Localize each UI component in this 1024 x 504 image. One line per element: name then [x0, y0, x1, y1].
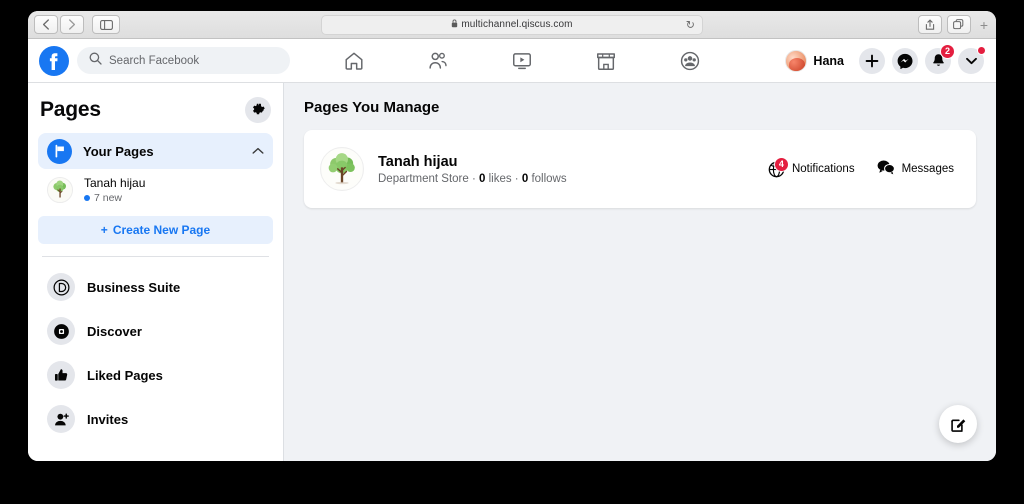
sidebar-item-your-pages[interactable]: Your Pages: [38, 133, 273, 169]
sidebar-item-business-suite[interactable]: Business Suite: [38, 265, 273, 309]
main-heading: Pages You Manage: [304, 99, 976, 116]
topbar-nav: [312, 42, 732, 80]
create-button[interactable]: [859, 48, 885, 74]
page-entry-badge-label: 7 new: [94, 192, 122, 204]
page-body: Pages Your Pages: [28, 83, 996, 461]
sidebar-item-label: Liked Pages: [87, 368, 163, 383]
profile-chip[interactable]: Hana: [782, 47, 852, 75]
account-alert-dot: [977, 46, 986, 55]
notifications-button[interactable]: 2: [925, 48, 951, 74]
nav-tab-home[interactable]: [326, 42, 382, 80]
gear-icon[interactable]: [245, 97, 271, 123]
nav-tab-watch[interactable]: [494, 42, 550, 80]
sidebar-page-item[interactable]: Tanah hijau 7 new: [38, 169, 273, 211]
chat-bubbles-icon: [877, 159, 895, 180]
meta-sep-1: ·: [469, 173, 479, 185]
plus-icon: +: [101, 223, 108, 237]
card-notifications-label: Notifications: [792, 163, 855, 175]
follows-word: follows: [528, 173, 566, 185]
desktop-background: multichannel.qiscus.com ↻ +: [0, 0, 1024, 504]
page-title: Pages: [40, 98, 101, 122]
sidebar-header: Pages: [38, 93, 273, 133]
new-tab-button[interactable]: +: [976, 17, 992, 33]
create-post-fab[interactable]: [939, 405, 977, 443]
meta-sep-2: ·: [512, 173, 522, 185]
sidebar-item-label: Discover: [87, 324, 142, 339]
flag-icon: [47, 139, 72, 164]
nav-tab-groups[interactable]: [662, 42, 718, 80]
sidebar-item-invites[interactable]: Invites: [38, 397, 273, 441]
discover-icon: [47, 317, 75, 345]
business-suite-icon: [47, 273, 75, 301]
notifications-badge: 2: [940, 44, 955, 59]
sidebar-item-label: Invites: [87, 412, 128, 427]
reload-icon[interactable]: ↻: [686, 18, 695, 31]
forward-button[interactable]: [60, 15, 84, 34]
page-entry-badge: 7 new: [84, 192, 145, 204]
topbar-right: Hana 2: [782, 47, 984, 75]
account-menu-button[interactable]: [958, 48, 984, 74]
nav-tab-marketplace[interactable]: [578, 42, 634, 80]
sidebar-toggle-icon[interactable]: [92, 15, 120, 34]
card-messages-button[interactable]: Messages: [877, 159, 954, 180]
nav-tab-friends[interactable]: [410, 42, 466, 80]
page-card-actions: 4 Notifications Messages: [768, 159, 954, 180]
page-category: Department Store: [378, 173, 469, 185]
page-card-name: Tanah hijau: [378, 154, 768, 170]
browser-window: multichannel.qiscus.com ↻ +: [28, 11, 996, 461]
share-icon[interactable]: [918, 15, 942, 34]
invite-person-icon: [47, 405, 75, 433]
sidebar-item-liked-pages[interactable]: Liked Pages: [38, 353, 273, 397]
page-card-meta: Department Store · 0 likes · 0 follows: [378, 173, 768, 185]
managed-page-card[interactable]: Tanah hijau Department Store · 0 likes ·…: [304, 130, 976, 208]
chevron-up-icon: [252, 142, 264, 160]
globe-icon: 4: [768, 161, 785, 178]
lock-icon: [451, 19, 458, 30]
browser-right-controls: +: [918, 15, 992, 34]
sidebar-item-discover[interactable]: Discover: [38, 309, 273, 353]
sidebar-divider: [42, 256, 269, 257]
thumbs-up-icon: [47, 361, 75, 389]
topbar-left: Search Facebook: [28, 46, 290, 76]
page-entry-text: Tanah hijau 7 new: [84, 176, 145, 204]
card-messages-label: Messages: [902, 163, 954, 175]
show-tabs-icon[interactable]: [947, 15, 971, 34]
profile-name: Hana: [813, 54, 844, 68]
page-card-info: Tanah hijau Department Store · 0 likes ·…: [378, 154, 768, 185]
url-text: multichannel.qiscus.com: [461, 19, 572, 30]
page-thumbnail: [47, 177, 73, 203]
browser-nav-buttons: [34, 15, 120, 34]
page-entry-name: Tanah hijau: [84, 176, 145, 190]
likes-word: likes: [485, 173, 511, 185]
card-notifications-badge: 4: [774, 157, 789, 172]
browser-toolbar: multichannel.qiscus.com ↻ +: [28, 11, 996, 39]
card-notifications-button[interactable]: 4 Notifications: [768, 161, 855, 178]
create-new-page-label: Create New Page: [113, 223, 210, 237]
unread-dot-icon: [84, 195, 90, 201]
create-new-page-button[interactable]: + Create New Page: [38, 216, 273, 244]
address-bar[interactable]: multichannel.qiscus.com ↻: [321, 15, 703, 35]
sidebar: Pages Your Pages: [28, 83, 284, 461]
sidebar-item-label: Your Pages: [83, 144, 241, 159]
avatar: [785, 50, 807, 72]
facebook-topbar: Search Facebook: [28, 39, 996, 83]
search-input[interactable]: Search Facebook: [77, 47, 290, 74]
messenger-icon[interactable]: [892, 48, 918, 74]
back-button[interactable]: [34, 15, 58, 34]
search-icon: [89, 52, 102, 70]
facebook-logo-icon[interactable]: [39, 46, 69, 76]
sidebar-item-label: Business Suite: [87, 280, 180, 295]
page-avatar: [320, 147, 364, 191]
search-placeholder: Search Facebook: [109, 55, 199, 67]
main-content: Pages You Manage: [284, 83, 996, 461]
